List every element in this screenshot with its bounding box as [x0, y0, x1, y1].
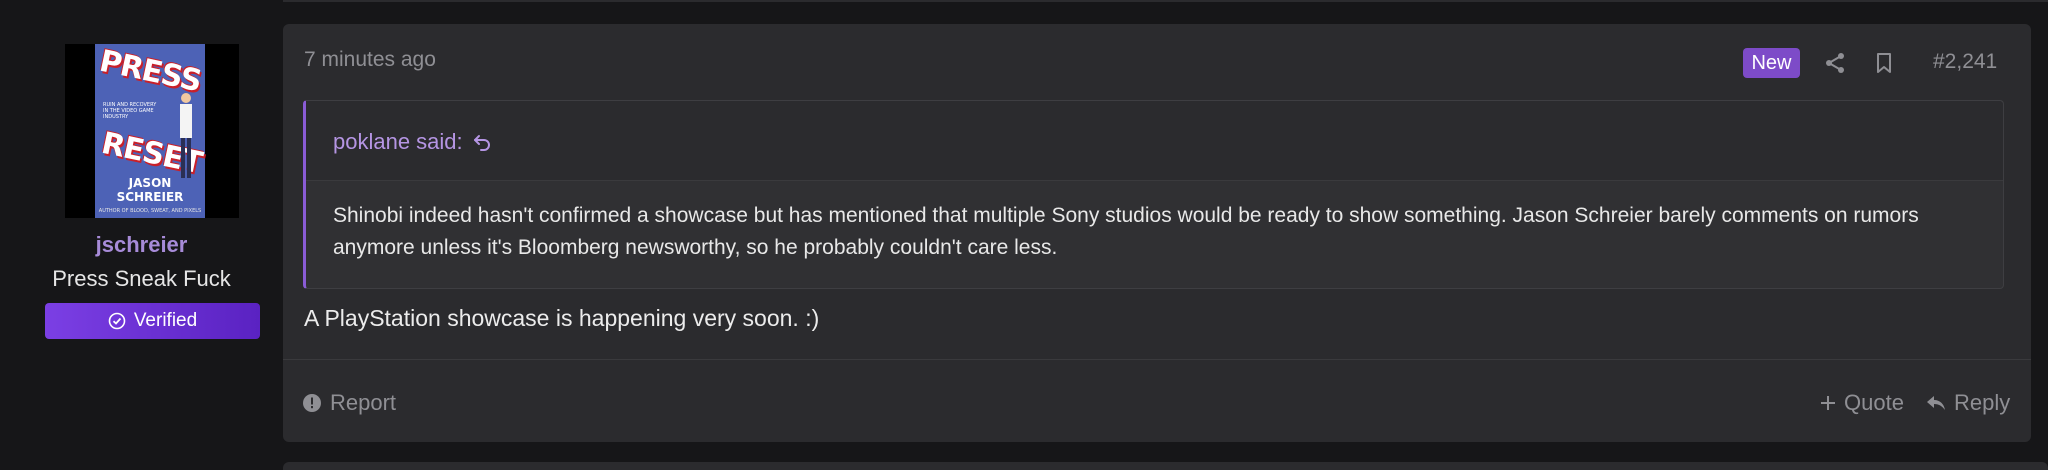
- username[interactable]: jschreier: [0, 232, 283, 258]
- quote-text: Shinobi indeed hasn't confirmed a showca…: [333, 204, 1919, 259]
- cover-figure-icon: [180, 93, 192, 178]
- quote-author: poklane said:: [333, 129, 463, 154]
- cover-title-1: PRESS: [96, 44, 204, 100]
- verified-label: Verified: [133, 310, 198, 331]
- quote-author-link[interactable]: poklane said:: [333, 129, 491, 155]
- bookmark-icon[interactable]: [1875, 52, 1893, 74]
- quote-label: Quote: [1844, 390, 1904, 415]
- previous-post-edge: [283, 0, 2048, 2]
- avatar[interactable]: PRESS RUIN AND RECOVERY IN THE VIDEO GAM…: [65, 44, 239, 218]
- quote-button[interactable]: Quote: [1820, 390, 1904, 416]
- avatar-book-cover: PRESS RUIN AND RECOVERY IN THE VIDEO GAM…: [95, 44, 205, 218]
- plus-icon: [1821, 396, 1835, 410]
- reply-icon: [1927, 396, 1945, 410]
- post-message: A PlayStation showcase is happening very…: [304, 305, 820, 331]
- footer-divider: [283, 359, 2031, 360]
- jump-to-quote-icon: [473, 135, 490, 151]
- report-button[interactable]: Report: [302, 390, 396, 416]
- reply-label: Reply: [1954, 390, 2011, 415]
- user-sidebar: PRESS RUIN AND RECOVERY IN THE VIDEO GAM…: [0, 0, 283, 470]
- reply-button[interactable]: Reply: [1926, 390, 2010, 416]
- cover-subtitle: RUIN AND RECOVERY IN THE VIDEO GAME INDU…: [103, 102, 157, 120]
- post-number[interactable]: #2,241: [1933, 50, 1997, 74]
- alert-icon: [303, 394, 321, 412]
- quote-block: poklane said: Shinobi indeed hasn't conf…: [303, 100, 2004, 289]
- share-icon[interactable]: [1824, 52, 1846, 74]
- post-container: 7 minutes ago New #2,241 poklane said: S…: [283, 24, 2031, 442]
- cover-author-note: AUTHOR OF BLOOD, SWEAT, AND PIXELS: [98, 208, 202, 214]
- cover-author: JASON SCHREIER: [116, 176, 184, 204]
- report-label: Report: [330, 390, 397, 415]
- post-timestamp[interactable]: 7 minutes ago: [304, 48, 436, 72]
- check-circle-icon: [108, 312, 126, 330]
- verified-badge: Verified: [45, 303, 260, 339]
- user-title: Press Sneak Fuck: [52, 266, 231, 291]
- next-post-edge: [283, 462, 2048, 470]
- new-badge: New: [1743, 48, 1800, 78]
- quote-header: poklane said:: [306, 101, 2003, 181]
